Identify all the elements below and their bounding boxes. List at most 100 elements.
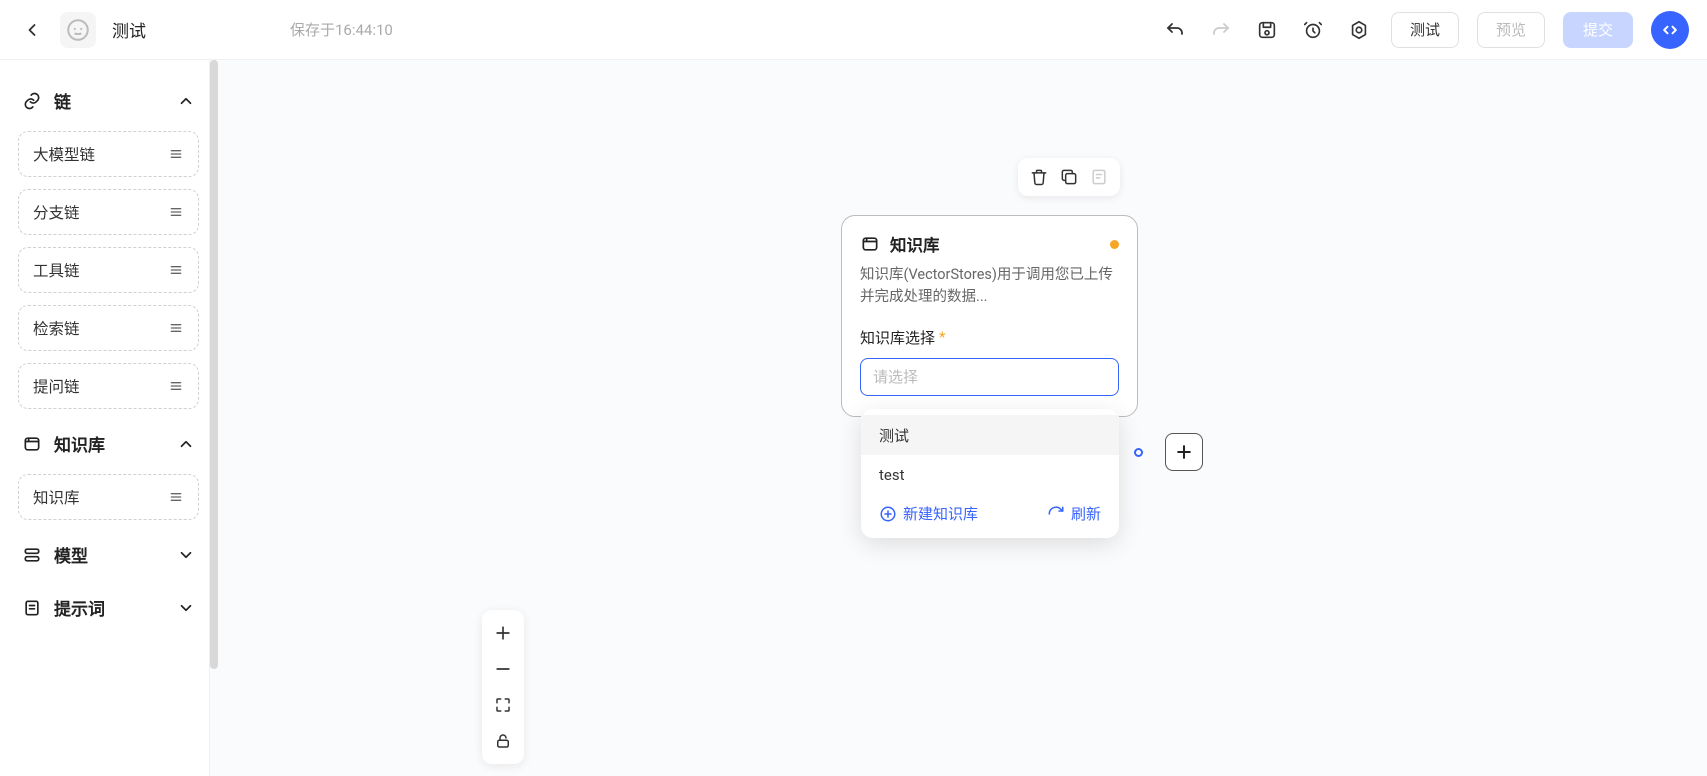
node-toolbar — [1018, 158, 1120, 196]
zoom-out-button[interactable] — [485, 652, 521, 686]
app-title: 测试 — [112, 17, 146, 42]
app-avatar — [60, 12, 96, 48]
robot-icon — [65, 17, 91, 43]
chevron-up-icon — [177, 435, 195, 453]
sidebar-item-label: 分支链 — [33, 201, 80, 223]
trash-icon — [1029, 167, 1049, 187]
field-label: 知识库选择 * — [860, 327, 1119, 348]
link-icon — [22, 91, 42, 111]
sidebar-group-model[interactable]: 模型 — [18, 536, 199, 573]
kb-dropdown: 测试 test 新建知识库 刷新 — [861, 409, 1119, 538]
sidebar-group-chain[interactable]: 链 — [18, 82, 199, 119]
scrollbar-thumb[interactable] — [210, 60, 218, 669]
refresh-button[interactable]: 刷新 — [1047, 503, 1101, 524]
node-description: 知识库(VectorStores)用于调用您已上传并完成处理的数据... — [860, 264, 1119, 309]
undo-button[interactable] — [1161, 16, 1189, 44]
dropdown-option[interactable]: test — [861, 455, 1119, 495]
new-kb-label: 新建知识库 — [903, 503, 978, 524]
drag-icon — [168, 204, 184, 220]
zoom-controls — [482, 610, 524, 764]
alarm-button[interactable] — [1299, 16, 1327, 44]
test-button[interactable]: 测试 — [1391, 12, 1459, 48]
plus-icon — [493, 623, 513, 643]
preview-button[interactable]: 预览 — [1477, 12, 1545, 48]
test-button-label: 测试 — [1410, 19, 1440, 40]
note-icon — [1089, 167, 1109, 187]
sidebar-item-label: 检索链 — [33, 317, 80, 339]
unlock-icon — [494, 732, 512, 750]
fit-view-button[interactable] — [485, 688, 521, 722]
sidebar: 链 大模型链 分支链 工具链 检索链 — [0, 60, 210, 776]
copy-icon — [1059, 167, 1079, 187]
sidebar-group-label: 链 — [54, 88, 71, 113]
field-label-text: 知识库选择 — [860, 327, 935, 348]
sidebar-group-label: 知识库 — [54, 431, 105, 456]
redo-button[interactable] — [1207, 16, 1235, 44]
redo-icon — [1209, 18, 1233, 42]
sidebar-item-label: 大模型链 — [33, 143, 95, 165]
kb-select-input[interactable]: 请选择 — [860, 358, 1119, 396]
chevron-down-icon — [177, 546, 195, 564]
sidebar-item-question-chain[interactable]: 提问链 — [18, 363, 199, 409]
node-title: 知识库 — [890, 232, 940, 256]
required-star: * — [939, 328, 945, 346]
sidebar-item-label: 提问链 — [33, 375, 80, 397]
minus-icon — [493, 659, 513, 679]
dropdown-option-label: test — [879, 466, 905, 484]
database-icon — [860, 234, 880, 254]
lock-canvas-button[interactable] — [485, 724, 521, 758]
dropdown-option[interactable]: 测试 — [861, 415, 1119, 455]
add-node-button[interactable] — [1165, 433, 1203, 471]
sidebar-group-kb[interactable]: 知识库 — [18, 425, 199, 462]
sidebar-item-llm-chain[interactable]: 大模型链 — [18, 131, 199, 177]
zoom-in-button[interactable] — [485, 616, 521, 650]
maximize-icon — [494, 696, 512, 714]
back-button[interactable] — [18, 16, 46, 44]
plus-circle-icon — [879, 505, 897, 523]
document-icon — [22, 598, 42, 618]
sidebar-item-tool-chain[interactable]: 工具链 — [18, 247, 199, 293]
saved-timestamp: 保存于16:44:10 — [290, 19, 393, 40]
save-button[interactable] — [1253, 16, 1281, 44]
node-status-dot — [1110, 240, 1119, 249]
sidebar-item-label: 知识库 — [33, 486, 80, 508]
sidebar-item-branch-chain[interactable]: 分支链 — [18, 189, 199, 235]
refresh-icon — [1047, 505, 1065, 523]
top-bar: 测试 保存于16:44:10 测试 预览 提交 — [0, 0, 1707, 60]
drag-icon — [168, 320, 184, 336]
chevron-left-icon — [22, 20, 42, 40]
undo-icon — [1163, 18, 1187, 42]
new-kb-button[interactable]: 新建知识库 — [879, 503, 978, 524]
sidebar-item-kb[interactable]: 知识库 — [18, 474, 199, 520]
submit-button[interactable]: 提交 — [1563, 12, 1633, 48]
canvas[interactable]: 知识库 知识库(VectorStores)用于调用您已上传并完成处理的数据...… — [210, 60, 1707, 776]
sidebar-group-label: 提示词 — [54, 595, 105, 620]
alarm-icon — [1302, 19, 1324, 41]
refresh-label: 刷新 — [1071, 503, 1101, 524]
chevron-up-icon — [177, 92, 195, 110]
plus-icon — [1174, 442, 1194, 462]
note-node-button[interactable] — [1086, 164, 1112, 190]
brand-button[interactable] — [1651, 11, 1689, 49]
sidebar-group-label: 模型 — [54, 542, 88, 567]
dropdown-option-label: 测试 — [879, 425, 909, 446]
delete-node-button[interactable] — [1026, 164, 1052, 190]
chevron-down-icon — [177, 599, 195, 617]
output-port[interactable] — [1134, 448, 1143, 457]
copy-node-button[interactable] — [1056, 164, 1082, 190]
drag-icon — [168, 378, 184, 394]
drag-icon — [168, 262, 184, 278]
canvas-scrollbar[interactable] — [210, 60, 218, 776]
sidebar-group-prompt[interactable]: 提示词 — [18, 589, 199, 626]
code-icon — [1660, 20, 1680, 40]
stack-icon — [22, 545, 42, 565]
drag-icon — [168, 146, 184, 162]
save-icon — [1256, 19, 1278, 41]
sidebar-item-retrieval-chain[interactable]: 检索链 — [18, 305, 199, 351]
database-icon — [22, 434, 42, 454]
sidebar-item-label: 工具链 — [33, 259, 80, 281]
settings-button[interactable] — [1345, 16, 1373, 44]
gear-icon — [1348, 19, 1370, 41]
preview-button-label: 预览 — [1496, 19, 1526, 40]
node-kb[interactable]: 知识库 知识库(VectorStores)用于调用您已上传并完成处理的数据...… — [841, 215, 1138, 417]
